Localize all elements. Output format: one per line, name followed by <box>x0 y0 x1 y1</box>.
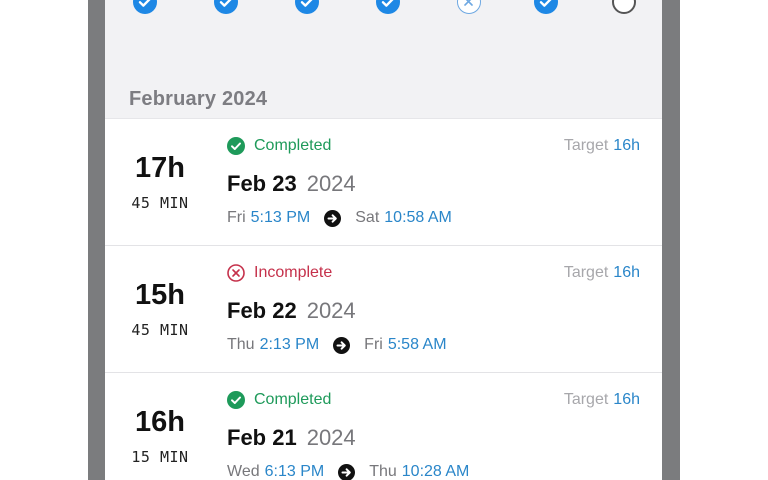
date-label: Feb 22 <box>227 298 297 323</box>
arrow-right-icon <box>333 336 351 354</box>
month-header: February 2024 <box>129 88 268 110</box>
status-label: Completed <box>254 137 332 154</box>
target-label: Target <box>563 391 609 408</box>
end-day: Sat <box>355 209 380 226</box>
device-bezel-right <box>662 0 680 480</box>
fast-list-item[interactable]: 15h 45 MIN Incomplete Target 16h Feb 22 20… <box>105 245 662 372</box>
fast-date: Feb 22 2024 <box>227 298 356 324</box>
target: Target 16h <box>564 137 640 155</box>
duration-hours: 16h <box>135 406 185 438</box>
date-label: Feb 23 <box>227 171 297 196</box>
fast-list-item[interactable]: 17h 45 MIN Completed Target 16h Feb 23 202… <box>105 118 662 245</box>
start-time: 6:13 PM <box>264 463 325 480</box>
target-value: 16h <box>613 264 640 281</box>
start-time: 2:13 PM <box>259 336 320 353</box>
day-3-check-icon[interactable] <box>295 0 319 14</box>
duration-minutes: 45 MIN <box>131 321 189 339</box>
fast-date: Feb 21 2024 <box>227 425 356 451</box>
target-label: Target <box>563 264 609 281</box>
target: Target 16h <box>564 391 640 409</box>
target-value: 16h <box>613 391 640 408</box>
status-label: Completed <box>254 391 332 408</box>
end-time: 5:58 AM <box>387 336 447 353</box>
duration-hours: 17h <box>135 152 185 184</box>
start-time: 5:13 PM <box>250 209 311 226</box>
end-day: Fri <box>364 336 383 353</box>
day-4-check-icon[interactable] <box>376 0 400 14</box>
fasting-history-screen: February 2024 17h 45 MIN Completed Targe… <box>105 0 662 480</box>
end-time: 10:58 AM <box>384 209 452 226</box>
date-label: Feb 21 <box>227 425 297 450</box>
status-label: Incomplete <box>254 264 333 281</box>
status-badge: Completed <box>227 137 331 155</box>
end-time: 10:28 AM <box>401 463 470 480</box>
date-year: 2024 <box>306 298 356 323</box>
status-badge: Completed <box>227 391 331 409</box>
day-2-check-icon[interactable] <box>214 0 238 14</box>
day-1-check-icon[interactable] <box>133 0 157 14</box>
target: Target 16h <box>564 264 640 282</box>
arrow-right-icon <box>338 463 356 480</box>
day-5-x-circle-icon[interactable] <box>457 0 481 14</box>
target-label: Target <box>563 137 609 154</box>
start-day: Wed <box>227 463 260 480</box>
check-circle-icon <box>227 391 245 409</box>
status-badge: Incomplete <box>227 264 332 282</box>
end-day: Thu <box>369 463 397 480</box>
x-circle-icon <box>227 264 245 282</box>
time-range: Fri 5:13 PM Sat 10:58 AM <box>227 209 452 227</box>
target-value: 16h <box>613 137 640 154</box>
day-6-check-icon[interactable] <box>534 0 558 14</box>
date-year: 2024 <box>306 425 356 450</box>
date-year: 2024 <box>306 171 356 196</box>
day-7-empty-circle-icon[interactable] <box>612 0 636 14</box>
start-day: Thu <box>227 336 255 353</box>
time-range: Wed 6:13 PM Thu 10:28 AM <box>227 463 469 480</box>
start-day: Fri <box>227 209 246 226</box>
arrow-right-icon <box>324 209 342 227</box>
time-range: Thu 2:13 PM Fri 5:58 AM <box>227 336 447 354</box>
fast-date: Feb 23 2024 <box>227 171 356 197</box>
device-bezel-left <box>88 0 105 480</box>
duration-hours: 15h <box>135 279 185 311</box>
fast-history-list: 17h 45 MIN Completed Target 16h Feb 23 202… <box>105 118 662 480</box>
duration-minutes: 45 MIN <box>131 194 189 212</box>
week-progress-row <box>105 0 662 24</box>
check-circle-icon <box>227 137 245 155</box>
fast-list-item[interactable]: 16h 15 MIN Completed Target 16h Feb 21 202… <box>105 372 662 480</box>
duration-minutes: 15 MIN <box>131 448 189 466</box>
